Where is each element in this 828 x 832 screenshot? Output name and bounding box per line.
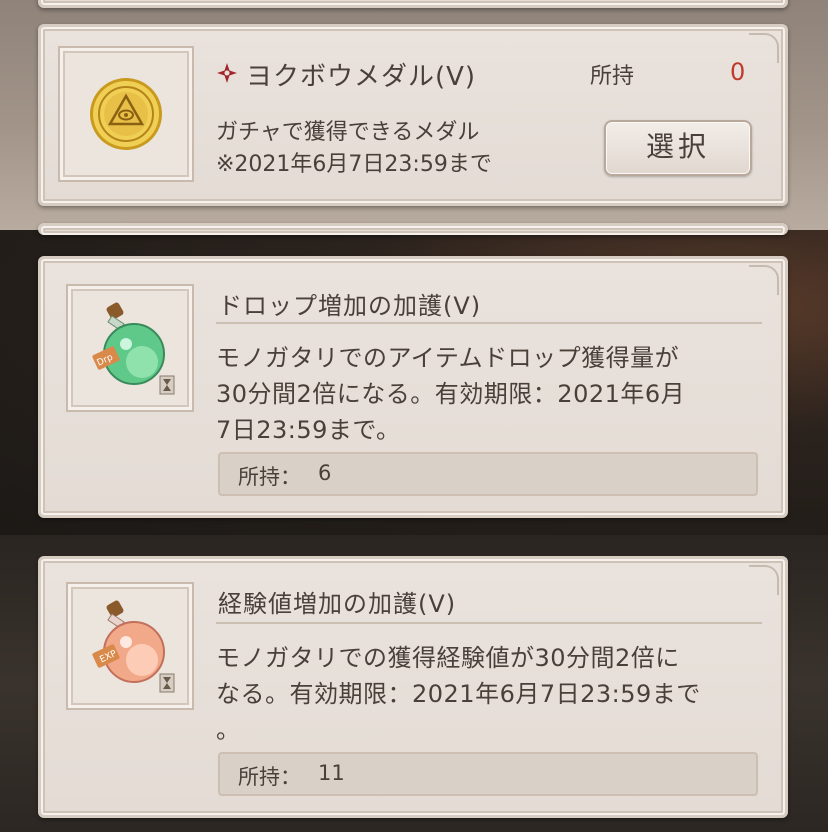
title-divider [216, 622, 762, 624]
stock-label: 所持： [238, 765, 301, 789]
item-description-line: 。 [216, 716, 241, 744]
green-drop-potion-icon: Drp [92, 302, 175, 395]
cross-marker-icon [217, 63, 237, 83]
panel-edge-middle [38, 223, 788, 235]
item-title: ドロップ増加の加護(Ⅴ) [218, 292, 482, 320]
item-description-line: モノガタリでの獲得経験値が30分間2倍に [216, 644, 680, 672]
select-button[interactable]: 選択 [604, 120, 752, 176]
pink-exp-potion-icon: EXP [92, 600, 175, 693]
stock-count: 11 [318, 761, 345, 785]
medal-name: ヨクボウメダル(Ⅴ) [246, 62, 477, 92]
gold-medal-icon [90, 78, 162, 150]
title-divider [216, 322, 762, 324]
item-description-line: 30分間2倍になる。有効期限：2021年6月 [216, 380, 686, 408]
stock-label: 所持： [238, 465, 301, 489]
stock-count: 6 [318, 461, 332, 485]
item-title: 経験値増加の加護(Ⅴ) [218, 590, 457, 618]
item-description-line: モノガタリでのアイテムドロップ獲得量が [216, 344, 680, 372]
corner-ornament [749, 33, 779, 63]
item-description-line: なる。有効期限：2021年6月7日23:59まで [216, 680, 701, 708]
medal-deadline: ※2021年6月7日23:59まで [216, 152, 492, 177]
owned-count: 0 [730, 58, 746, 86]
corner-ornament [749, 265, 779, 295]
panel-edge-top [38, 0, 788, 8]
medal-description: ガチャで獲得できるメダル [216, 120, 480, 145]
item-description-line: 7日23:59まで。 [216, 416, 401, 444]
corner-ornament [749, 565, 779, 595]
owned-label: 所持 [590, 64, 635, 89]
